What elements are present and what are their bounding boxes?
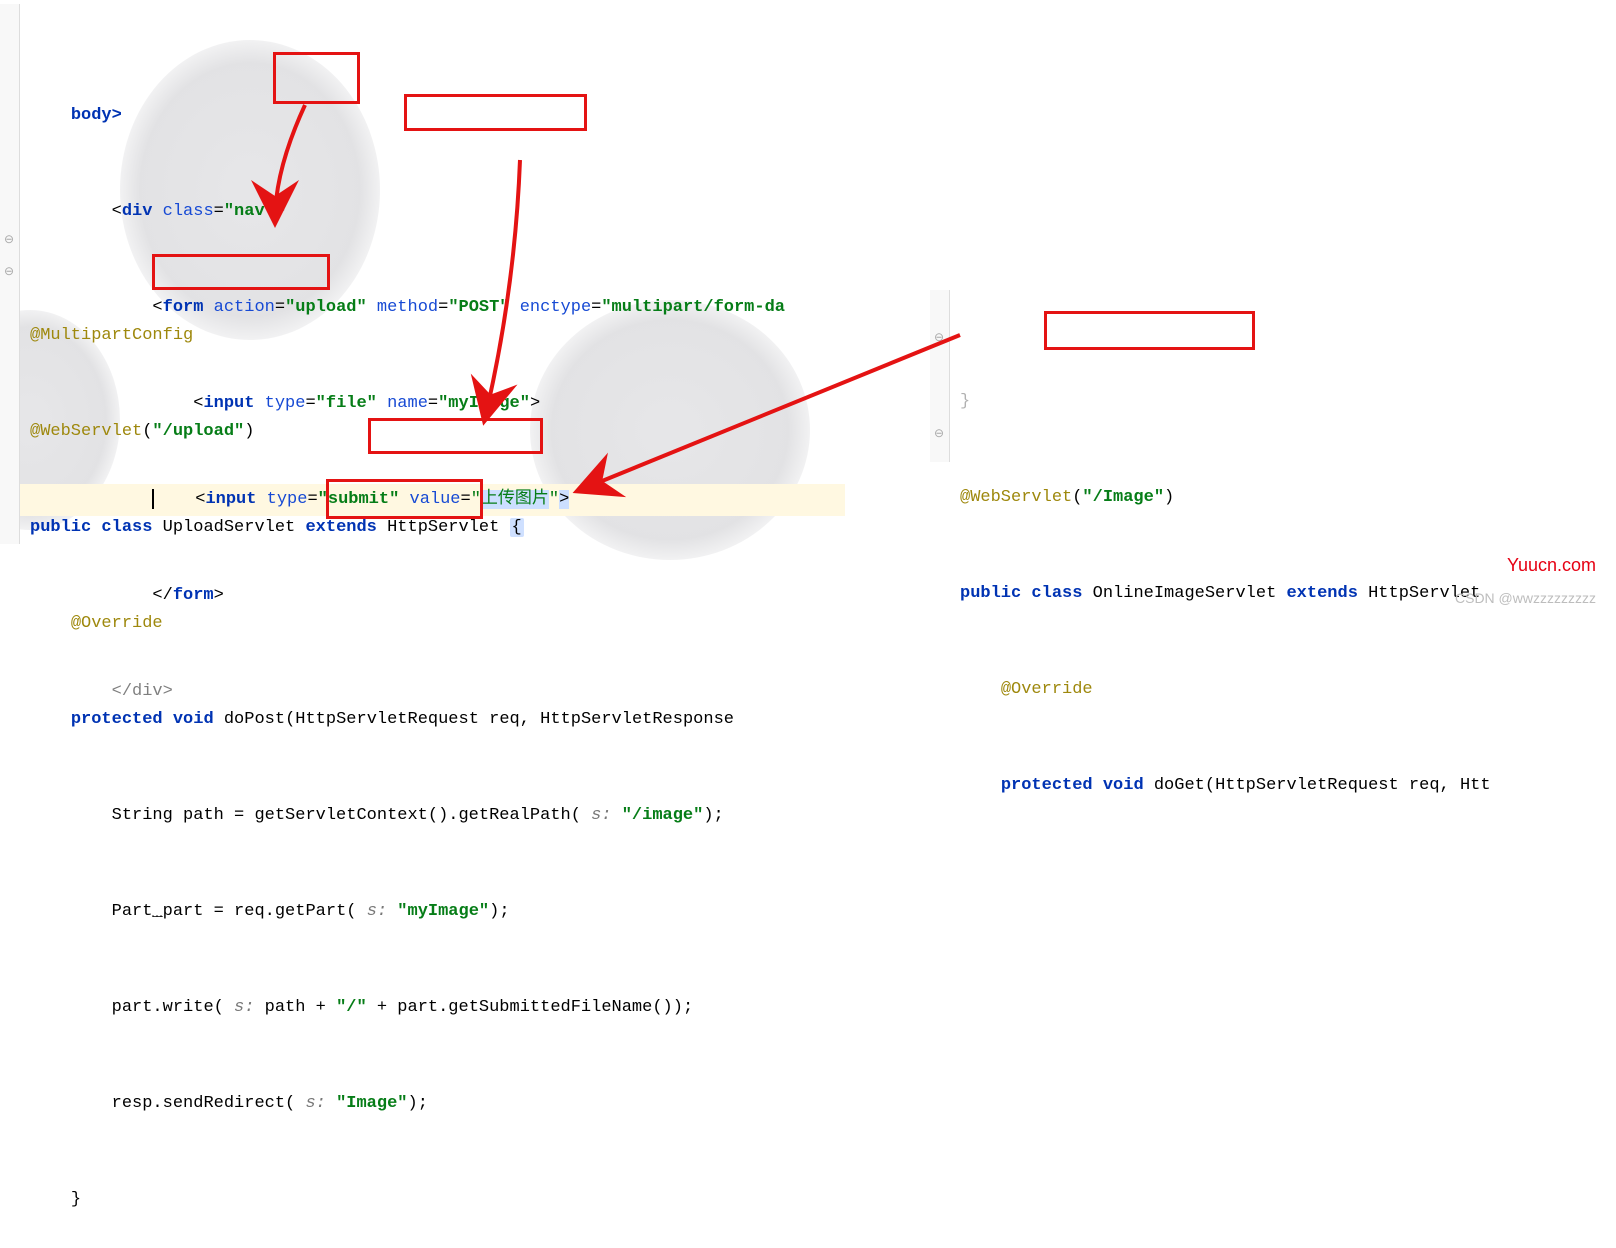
code-line: resp.sendRedirect( s: "Image"); bbox=[0, 1088, 845, 1120]
myimage-string: "myImage" bbox=[397, 902, 489, 921]
text: body> bbox=[71, 106, 122, 125]
servlet-path-string: "/Image" bbox=[1082, 488, 1164, 507]
code-line: protected void doGet(HttpServletRequest … bbox=[930, 770, 1610, 802]
code-line: @WebServlet("/Image") bbox=[930, 482, 1610, 514]
code-line: String path = getServletContext().getRea… bbox=[0, 800, 845, 832]
code-line: @MultipartConfig bbox=[0, 320, 845, 352]
java-upload-code-block: ⊖ ⊖ @MultipartConfig @WebServlet("/uploa… bbox=[0, 224, 845, 1248]
code-line: } bbox=[0, 1184, 845, 1216]
gutter-marker-icon: ⊖ bbox=[934, 418, 944, 450]
code-line: @Override bbox=[930, 674, 1610, 706]
gutter-marker-icon: ⊖ bbox=[4, 224, 14, 256]
redirect-string: "Image" bbox=[336, 1094, 407, 1113]
gutter-marker-icon: ⊖ bbox=[4, 256, 14, 288]
code-line: @WebServlet("/upload") bbox=[0, 416, 845, 448]
code-line: } bbox=[930, 386, 1610, 418]
watermark-yuucn: Yuucn.com bbox=[1507, 555, 1596, 576]
watermark-csdn: CSDN @wwzzzzzzzzz bbox=[1455, 590, 1596, 606]
code-line: @Override bbox=[0, 608, 845, 640]
code-line: public class UploadServlet extends HttpS… bbox=[0, 512, 845, 544]
code-line: body> bbox=[0, 100, 845, 132]
gutter-marker-icon: ⊖ bbox=[934, 322, 944, 354]
code-line: part.write( s: path + "/" + part.getSubm… bbox=[0, 992, 845, 1024]
code-line: protected void doPost(HttpServletRequest… bbox=[0, 704, 845, 736]
code-line: Part_part = req.getPart( s: "myImage"); bbox=[0, 896, 845, 928]
servlet-path-string: "/upload" bbox=[152, 422, 244, 441]
